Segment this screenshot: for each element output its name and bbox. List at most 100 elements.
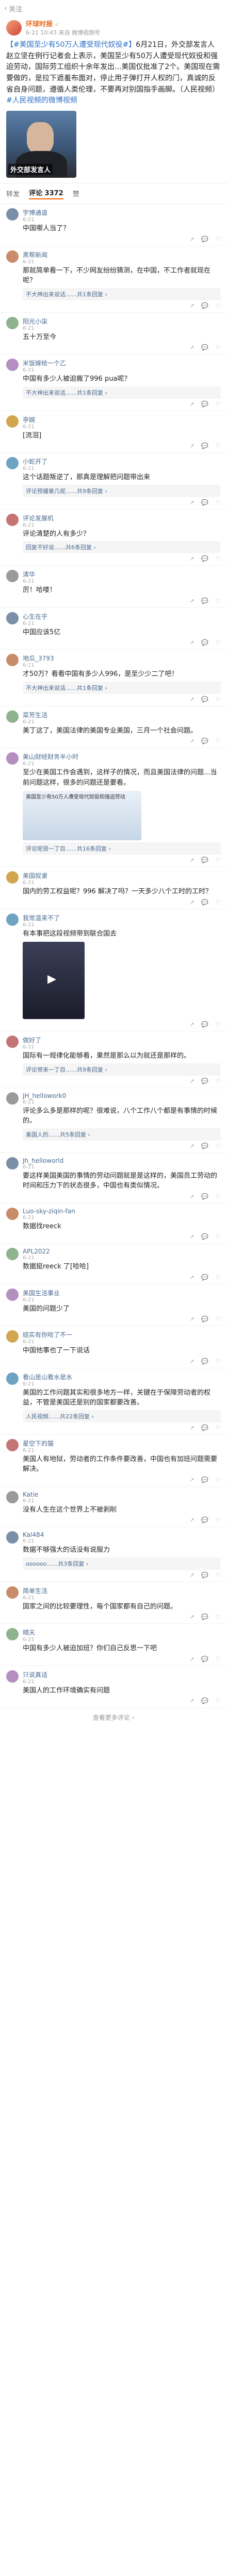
like-icon[interactable]: ♡ xyxy=(216,1698,221,1704)
like-icon[interactable]: ♡ xyxy=(216,1517,221,1523)
share-icon[interactable]: ↗ xyxy=(189,1078,194,1084)
comment-replies[interactable]: oooooo……共3条回复 › xyxy=(23,1557,221,1570)
reply-icon[interactable]: 💬 xyxy=(201,1572,208,1579)
avatar[interactable] xyxy=(6,513,19,526)
reply-icon[interactable]: 💬 xyxy=(201,555,208,562)
like-icon[interactable]: ♡ xyxy=(216,1143,221,1149)
reply-icon[interactable]: 💬 xyxy=(201,1078,208,1084)
avatar[interactable] xyxy=(6,1372,19,1385)
comment-replies[interactable]: 不大神出来说话……共1条回复 › xyxy=(23,681,221,694)
reply-icon[interactable]: 💬 xyxy=(201,598,208,604)
avatar[interactable] xyxy=(6,457,19,470)
comment-author[interactable]: 亭婉 xyxy=(23,415,221,424)
comment-author[interactable]: 只说真话 xyxy=(23,1670,221,1679)
comment-author[interactable]: Katie xyxy=(23,1491,221,1498)
post-author-name[interactable]: 环球时报 xyxy=(26,21,53,28)
avatar[interactable] xyxy=(6,20,22,36)
back-label[interactable]: 关注 xyxy=(9,4,22,13)
like-icon[interactable]: ♡ xyxy=(216,899,221,906)
comment-replies[interactable]: 不大神出来说话……共1条回复 › xyxy=(23,287,221,300)
avatar[interactable] xyxy=(6,1330,19,1343)
comment-replies[interactable]: 评论预播第几呢……共9条回复 › xyxy=(23,484,221,497)
reply-icon[interactable]: 💬 xyxy=(201,1425,208,1431)
avatar[interactable] xyxy=(6,1036,19,1048)
like-icon[interactable]: ♡ xyxy=(216,1614,221,1620)
reply-icon[interactable]: 💬 xyxy=(201,1358,208,1365)
avatar[interactable] xyxy=(6,208,19,221)
share-icon[interactable]: ↗ xyxy=(189,1698,194,1704)
avatar[interactable] xyxy=(6,752,19,765)
like-icon[interactable]: ♡ xyxy=(216,344,221,351)
share-icon[interactable]: ↗ xyxy=(189,1614,194,1620)
avatar[interactable] xyxy=(6,1157,19,1170)
like-icon[interactable]: ♡ xyxy=(216,738,221,744)
reply-icon[interactable]: 💬 xyxy=(201,696,208,703)
reply-icon[interactable]: 💬 xyxy=(201,1517,208,1523)
like-icon[interactable]: ♡ xyxy=(216,1233,221,1240)
like-icon[interactable]: ♡ xyxy=(216,1193,221,1200)
like-icon[interactable]: ♡ xyxy=(216,1021,221,1028)
reply-icon[interactable]: 💬 xyxy=(201,1698,208,1704)
like-icon[interactable]: ♡ xyxy=(216,1572,221,1579)
comment-author[interactable]: JH_hellowork0 xyxy=(23,1092,221,1099)
like-icon[interactable]: ♡ xyxy=(216,696,221,703)
avatar[interactable] xyxy=(6,1288,19,1301)
avatar[interactable] xyxy=(6,1628,19,1641)
post-video-thumbnail[interactable]: 外交部发言人 xyxy=(6,111,76,178)
avatar[interactable] xyxy=(6,612,19,624)
share-icon[interactable]: ↗ xyxy=(189,401,194,408)
reply-icon[interactable]: 💬 xyxy=(201,1233,208,1240)
reply-icon[interactable]: 💬 xyxy=(201,1614,208,1620)
comment-author[interactable]: 宇博通道 xyxy=(23,208,221,217)
like-icon[interactable]: ♡ xyxy=(216,1274,221,1281)
like-icon[interactable]: ♡ xyxy=(216,1358,221,1365)
reply-icon[interactable]: 💬 xyxy=(201,1193,208,1200)
comment-author[interactable]: 晴天 xyxy=(23,1628,221,1637)
comment-author[interactable]: 美山财经财务半小时 xyxy=(23,752,221,761)
comment-author[interactable]: 黑帮新闻 xyxy=(23,250,221,259)
share-icon[interactable]: ↗ xyxy=(189,443,194,449)
tab-repost[interactable]: 转发 xyxy=(6,189,20,198)
avatar[interactable] xyxy=(6,654,19,667)
like-icon[interactable]: ♡ xyxy=(216,857,221,863)
share-icon[interactable]: ↗ xyxy=(189,555,194,562)
back-icon[interactable]: ‹ xyxy=(4,5,7,12)
avatar[interactable] xyxy=(6,1092,19,1105)
reply-icon[interactable]: 💬 xyxy=(201,899,208,906)
reply-icon[interactable]: 💬 xyxy=(201,1477,208,1483)
reply-icon[interactable]: 💬 xyxy=(201,401,208,408)
share-icon[interactable]: ↗ xyxy=(189,696,194,703)
reply-icon[interactable]: 💬 xyxy=(201,857,208,863)
share-icon[interactable]: ↗ xyxy=(189,1517,194,1523)
play-icon[interactable]: ▶ xyxy=(47,973,56,986)
reply-icon[interactable]: 💬 xyxy=(201,639,208,646)
like-icon[interactable]: ♡ xyxy=(216,236,221,243)
reply-icon[interactable]: 💬 xyxy=(201,1143,208,1149)
like-icon[interactable]: ♡ xyxy=(216,1078,221,1084)
share-icon[interactable]: ↗ xyxy=(189,1233,194,1240)
comment-author[interactable]: 小蛇开了 xyxy=(23,457,221,466)
comment-image[interactable]: 美国至少有50万人遭受现代奴役和强迫劳动 xyxy=(23,791,141,841)
share-icon[interactable]: ↗ xyxy=(189,1477,194,1483)
avatar[interactable] xyxy=(6,316,19,329)
reply-icon[interactable]: 💬 xyxy=(201,302,208,309)
like-icon[interactable]: ♡ xyxy=(216,1316,221,1323)
like-icon[interactable]: ♡ xyxy=(216,1425,221,1431)
avatar[interactable] xyxy=(6,913,19,926)
reply-icon[interactable]: 💬 xyxy=(201,344,208,351)
reply-icon[interactable]: 💬 xyxy=(201,499,208,506)
comment-author[interactable]: 我常温来不了 xyxy=(23,913,221,922)
share-icon[interactable]: ↗ xyxy=(189,1572,194,1579)
like-icon[interactable]: ♡ xyxy=(216,443,221,449)
comment-author[interactable]: 结实有你哈了不一 xyxy=(23,1330,221,1339)
avatar[interactable] xyxy=(6,415,19,428)
avatar[interactable] xyxy=(6,1438,19,1451)
like-icon[interactable]: ♡ xyxy=(216,401,221,408)
share-icon[interactable]: ↗ xyxy=(189,639,194,646)
share-icon[interactable]: ↗ xyxy=(189,1193,194,1200)
avatar[interactable] xyxy=(6,1670,19,1683)
comment-author[interactable]: APL2022 xyxy=(23,1248,221,1255)
comment-author[interactable]: 地瓜_3793 xyxy=(23,654,221,663)
reply-icon[interactable]: 💬 xyxy=(201,738,208,744)
avatar[interactable] xyxy=(6,1490,19,1503)
